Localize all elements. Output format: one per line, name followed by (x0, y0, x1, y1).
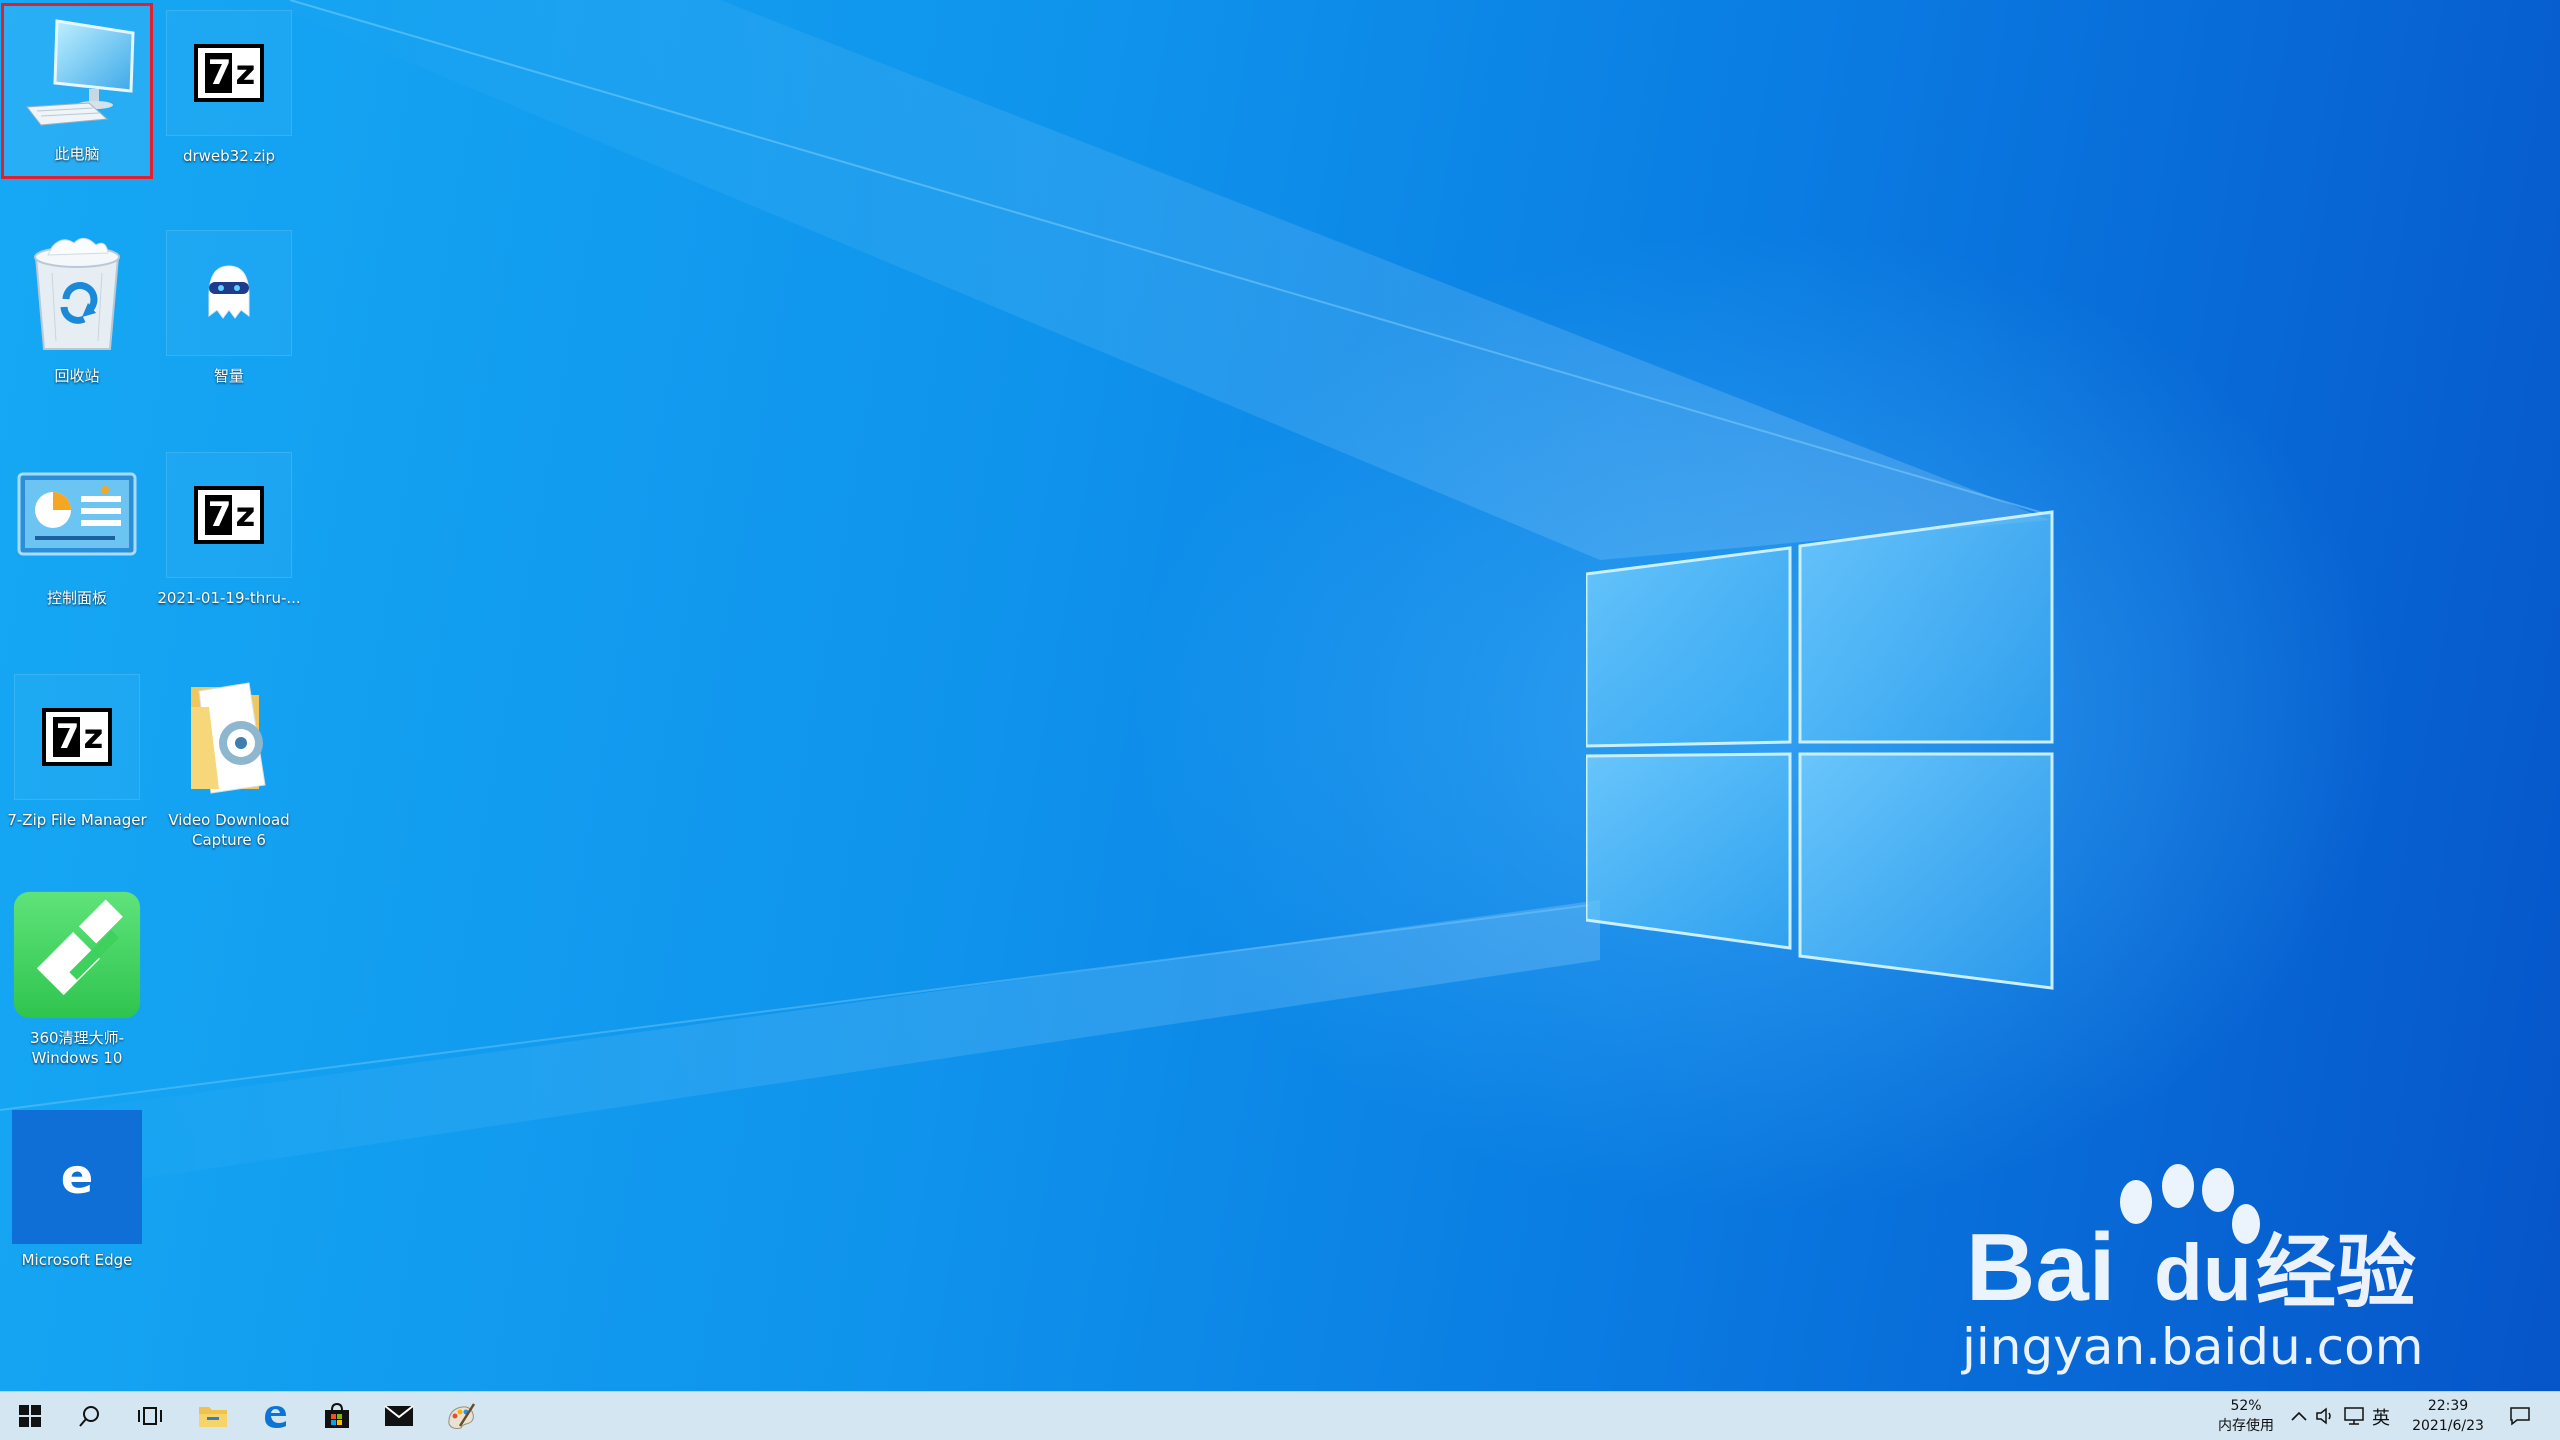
windows-start-icon (19, 1405, 41, 1427)
edge-icon: e (12, 1110, 142, 1244)
task-view-icon (138, 1407, 162, 1425)
windows-logo-glow (1586, 510, 2054, 990)
memory-percent: 52% (2230, 1398, 2262, 1414)
folder-icon (199, 1407, 227, 1427)
taskbar-paint[interactable] (431, 1392, 491, 1440)
watermark-brand: Bai (1966, 1214, 2115, 1321)
action-center-button[interactable] (2490, 1392, 2550, 1440)
desktop-icon-label: 控制面板 (46, 589, 107, 607)
recycle-bin-icon (12, 228, 142, 358)
desktop-icon-label: 7-Zip File Manager (7, 811, 147, 829)
network-button[interactable] (2340, 1392, 2370, 1440)
chevron-up-icon (2291, 1411, 2307, 1421)
watermark-brand-du: du (2154, 1228, 2252, 1317)
memory-label: 内存使用 (2218, 1418, 2274, 1434)
paint-icon (448, 1403, 476, 1429)
taskbar: 52% 内存使用 英 22:39 2021/6/23 (0, 1391, 2560, 1440)
start-button[interactable] (0, 1392, 60, 1440)
desktop-icon-2021-archive[interactable]: 7z 2021-01-19-thru-... (156, 450, 302, 608)
desktop-icon-microsoft-edge[interactable]: e Microsoft Edge (4, 1110, 150, 1270)
desktop-icon-recycle-bin[interactable]: 回收站 (4, 228, 150, 386)
control-panel-icon (12, 450, 142, 580)
7zip-icon: 7z (12, 672, 142, 802)
search-icon (79, 1406, 99, 1427)
watermark-brand-cn: 经验 (2256, 1226, 2416, 1319)
desktop-icon-zhiliang[interactable]: 智量 (156, 228, 302, 386)
store-icon (325, 1403, 349, 1428)
notification-icon (2510, 1407, 2530, 1426)
desktop-icon-label: 2021-01-19-thru-... (157, 589, 301, 607)
desktop-icon-label: drweb32.zip (182, 147, 276, 165)
desktop-icon-label: 智量 (213, 367, 244, 385)
edge-icon (265, 1406, 286, 1428)
zhiliang-app-icon (164, 228, 294, 358)
clock-date: 2021/6/23 (2412, 1418, 2484, 1434)
network-icon (2344, 1407, 2364, 1425)
input-method-indicator[interactable]: 英 (2372, 1404, 2390, 1430)
mail-icon (384, 1405, 414, 1426)
taskbar-file-explorer[interactable] (183, 1392, 243, 1440)
clock-time: 22:39 (2427, 1398, 2469, 1414)
desktop-icon-label: 360清理大师-Windows 10 (29, 1029, 125, 1067)
task-view-button[interactable] (120, 1392, 180, 1440)
desktop-icon-control-panel[interactable]: 控制面板 (4, 450, 150, 608)
desktop-icon-label: Video Download Capture 6 (168, 811, 290, 849)
taskbar-store[interactable] (307, 1392, 367, 1440)
desktop-icon-7zip-file-manager[interactable]: 7z 7-Zip File Manager (4, 672, 150, 830)
clock[interactable]: 22:39 2021/6/23 (2396, 1396, 2500, 1436)
computer-icon (12, 6, 142, 136)
memory-usage-widget[interactable]: 52% 内存使用 (2208, 1396, 2284, 1436)
7zip-archive-icon: 7z (164, 8, 294, 138)
volume-button[interactable] (2312, 1392, 2340, 1440)
360-cleaner-icon (12, 890, 142, 1020)
desktop-icon-video-download-capture[interactable]: Video Download Capture 6 (156, 672, 302, 850)
folder-icon (164, 672, 294, 802)
show-hidden-icons-button[interactable] (2286, 1392, 2312, 1440)
taskbar-edge[interactable] (245, 1392, 305, 1440)
search-button[interactable] (60, 1392, 120, 1440)
desktop-icon-label: 回收站 (54, 367, 100, 385)
desktop-icon-label: 此电脑 (54, 145, 100, 163)
desktop-icon-drweb32-zip[interactable]: 7z drweb32.zip (156, 8, 302, 166)
7zip-archive-icon: 7z (164, 450, 294, 580)
taskbar-mail[interactable] (369, 1392, 429, 1440)
speaker-icon (2316, 1407, 2331, 1425)
watermark-url: jingyan.baidu.com (1962, 1318, 2424, 1376)
desktop-icon-360-cleaner[interactable]: 360清理大师-Windows 10 (4, 890, 150, 1068)
desktop-icon-this-pc[interactable]: 此电脑 (1, 3, 153, 179)
desktop-icon-label: Microsoft Edge (21, 1251, 133, 1269)
